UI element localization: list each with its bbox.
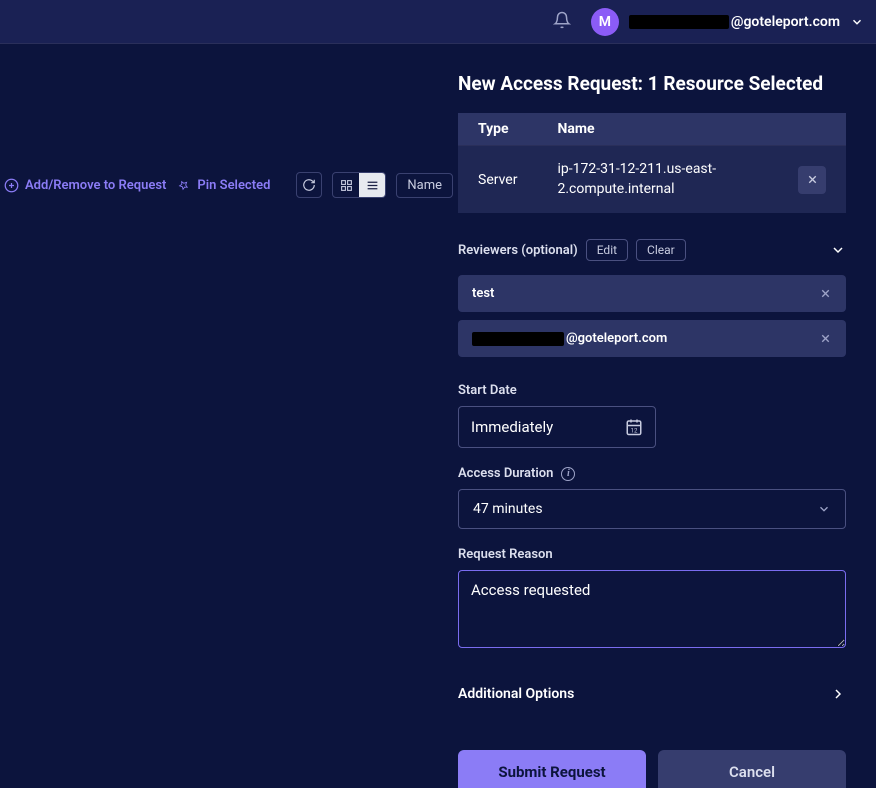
list-icon — [366, 179, 379, 192]
col-name-header: Name — [537, 113, 778, 146]
start-date-value: Immediately — [471, 418, 553, 436]
user-email: @goteleport.com — [629, 14, 840, 30]
access-duration-label: Access Duration i — [458, 466, 846, 481]
chevron-down-icon — [850, 15, 864, 29]
reviewers-label: Reviewers (optional) — [458, 243, 578, 258]
plus-circle-icon — [4, 178, 19, 193]
page-title: New Access Request: 1 Resource Selected — [458, 72, 846, 95]
resource-name: ip-172-31-12-211.us-east-2.compute.inter… — [537, 146, 778, 214]
add-remove-button[interactable]: Add/Remove to Request — [4, 178, 166, 193]
add-remove-label: Add/Remove to Request — [25, 178, 166, 193]
edit-reviewers-button[interactable]: Edit — [586, 239, 628, 261]
pin-button[interactable]: Pin Selected — [176, 178, 270, 193]
remove-reviewer-button[interactable] — [819, 332, 832, 345]
chevron-down-icon — [817, 502, 831, 516]
info-icon[interactable]: i — [561, 467, 575, 481]
refresh-button[interactable] — [296, 172, 322, 198]
request-panel: New Access Request: 1 Resource Selected … — [458, 44, 876, 788]
avatar: M — [591, 8, 619, 36]
reviewer-name: test — [472, 286, 494, 301]
access-duration-select[interactable]: 47 minutes — [458, 489, 846, 529]
resource-toolbar: Add/Remove to Request Pin Selected — [0, 172, 458, 198]
left-pane: Add/Remove to Request Pin Selected — [0, 44, 458, 788]
reviewer-chip: test — [458, 275, 846, 312]
request-reason-input[interactable]: Access requested — [458, 570, 846, 648]
svg-text:12: 12 — [631, 427, 638, 434]
close-icon — [819, 287, 832, 300]
calendar-icon: 12 — [625, 418, 643, 436]
chevron-right-icon — [830, 686, 846, 702]
bell-icon — [553, 11, 571, 29]
notifications-button[interactable] — [553, 11, 571, 33]
pin-label: Pin Selected — [197, 178, 270, 193]
sort-name-button[interactable]: Name — [396, 173, 453, 198]
table-row: Server ip-172-31-12-211.us-east-2.comput… — [458, 146, 846, 214]
additional-options-toggle[interactable]: Additional Options — [458, 678, 846, 710]
reviewer-chip: @goteleport.com — [458, 320, 846, 357]
user-menu[interactable]: M @goteleport.com — [591, 8, 864, 36]
access-duration-value: 47 minutes — [473, 501, 543, 517]
pin-icon — [176, 178, 191, 193]
grid-icon — [340, 179, 353, 192]
resource-type: Server — [458, 146, 537, 214]
list-view-button[interactable] — [359, 173, 385, 197]
redacted-email-prefix — [629, 15, 729, 29]
redacted-reviewer-prefix — [472, 332, 564, 346]
app-header: M @goteleport.com — [0, 0, 876, 44]
reviewer-name: @goteleport.com — [566, 331, 667, 346]
remove-reviewer-button[interactable] — [819, 287, 832, 300]
start-date-picker[interactable]: Immediately 12 — [458, 406, 656, 448]
close-icon — [819, 332, 832, 345]
avatar-letter: M — [599, 14, 611, 30]
resource-table: Type Name Server ip-172-31-12-211.us-eas… — [458, 113, 846, 213]
cancel-button[interactable]: Cancel — [658, 750, 846, 788]
reviewers-header: Reviewers (optional) Edit Clear — [458, 239, 846, 261]
view-toggle — [332, 172, 386, 198]
remove-resource-button[interactable] — [798, 166, 826, 194]
start-date-label: Start Date — [458, 383, 846, 398]
clear-reviewers-button[interactable]: Clear — [636, 239, 686, 261]
chevron-down-icon[interactable] — [830, 242, 846, 258]
close-icon — [806, 173, 819, 186]
additional-options-label: Additional Options — [458, 686, 574, 702]
refresh-icon — [302, 178, 316, 192]
request-reason-label: Request Reason — [458, 547, 846, 562]
col-type-header: Type — [458, 113, 537, 146]
email-suffix: @goteleport.com — [731, 14, 840, 30]
grid-view-button[interactable] — [333, 173, 359, 197]
submit-request-button[interactable]: Submit Request — [458, 750, 646, 788]
